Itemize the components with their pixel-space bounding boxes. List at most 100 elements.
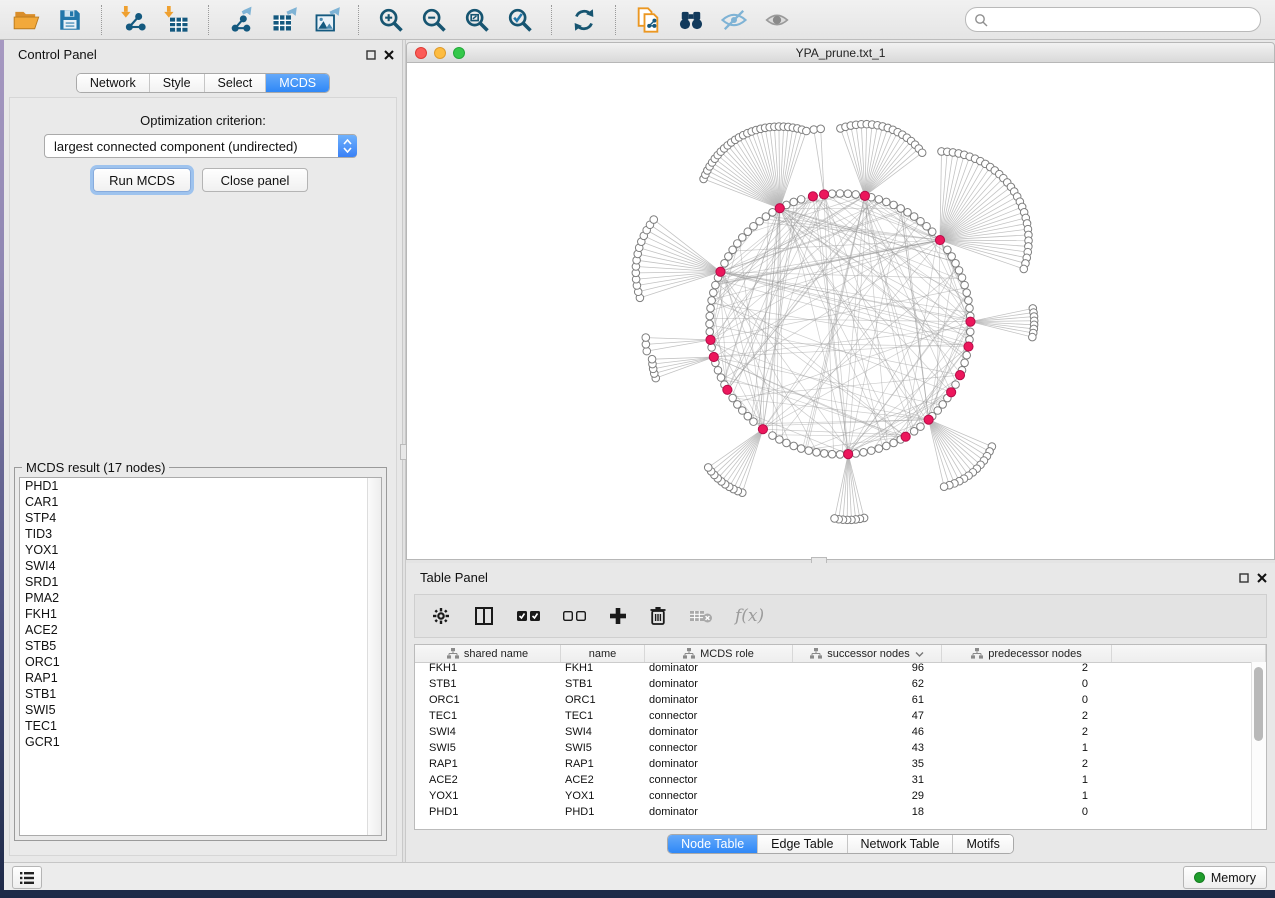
- criterion-select[interactable]: largest connected component (undirected): [44, 134, 357, 158]
- mcds-result-item[interactable]: SWI5: [20, 702, 381, 718]
- cell-mcds_role: connector: [645, 774, 793, 790]
- table-row[interactable]: SWI4SWI4dominator462: [415, 726, 1252, 742]
- close-panel-icon[interactable]: [1257, 570, 1267, 588]
- mcds-result-item[interactable]: TEC1: [20, 718, 381, 734]
- cell-name: RAP1: [561, 758, 645, 774]
- tab-select[interactable]: Select: [204, 74, 266, 92]
- deselect-all-columns-icon[interactable]: [563, 603, 587, 629]
- import-table-icon[interactable]: [162, 5, 192, 35]
- mcds-result-item[interactable]: SRD1: [20, 574, 381, 590]
- mcds-result-item[interactable]: ORC1: [20, 654, 381, 670]
- mcds-result-item[interactable]: FKH1: [20, 606, 381, 622]
- table-row[interactable]: ACE2ACE2connector311: [415, 774, 1252, 790]
- table-scrollbar[interactable]: [1251, 662, 1266, 829]
- network-window-titlebar[interactable]: YPA_prune.txt_1: [406, 42, 1275, 63]
- duplicate-network-icon[interactable]: [633, 5, 663, 35]
- zoom-in-icon[interactable]: [376, 5, 406, 35]
- search-input[interactable]: [988, 9, 1260, 30]
- add-row-icon[interactable]: [609, 603, 627, 629]
- network-view[interactable]: [406, 63, 1275, 560]
- hide-selected-icon[interactable]: [719, 5, 749, 35]
- search-box[interactable]: [965, 7, 1261, 32]
- delete-table-icon[interactable]: [689, 603, 713, 629]
- export-image-icon[interactable]: [312, 5, 342, 35]
- cell-predecessor_nodes: 0: [942, 806, 1112, 822]
- table-row[interactable]: RAP1RAP1dominator352: [415, 758, 1252, 774]
- cell-predecessor_nodes: 1: [942, 790, 1112, 806]
- select-stepper-icon: [338, 135, 357, 157]
- run-mcds-button[interactable]: Run MCDS: [93, 168, 191, 192]
- mcds-result-item[interactable]: STB1: [20, 686, 381, 702]
- table-row[interactable]: STB1STB1dominator620: [415, 678, 1252, 694]
- open-file-icon[interactable]: [12, 5, 42, 35]
- refresh-view-icon[interactable]: [569, 5, 599, 35]
- mcds-result-item[interactable]: STP4: [20, 510, 381, 526]
- tab-node-table[interactable]: Node Table: [668, 835, 757, 853]
- table-row[interactable]: ORC1ORC1dominator610: [415, 694, 1252, 710]
- task-history-button[interactable]: [12, 866, 42, 889]
- cell-shared_name: STB1: [415, 678, 561, 694]
- mcds-result-item[interactable]: SWI4: [20, 558, 381, 574]
- column-header-name[interactable]: name: [561, 645, 645, 662]
- tab-edge-table[interactable]: Edge Table: [757, 835, 846, 853]
- cell-successor_nodes: 46: [793, 726, 942, 742]
- mcds-result-item[interactable]: TID3: [20, 526, 381, 542]
- table-row[interactable]: FKH1FKH1dominator962: [415, 662, 1252, 678]
- toolbar-separator: [208, 5, 210, 35]
- tab-style[interactable]: Style: [149, 74, 204, 92]
- function-builder-icon[interactable]: f(x): [735, 603, 764, 629]
- close-panel-button[interactable]: Close panel: [202, 168, 308, 192]
- tab-mcds[interactable]: MCDS: [265, 74, 329, 92]
- table-row[interactable]: TEC1TEC1connector472: [415, 710, 1252, 726]
- mcds-result-item[interactable]: YOX1: [20, 542, 381, 558]
- table-row[interactable]: YOX1YOX1connector291: [415, 790, 1252, 806]
- tab-motifs[interactable]: Motifs: [952, 835, 1012, 853]
- export-table-icon[interactable]: [269, 5, 299, 35]
- memory-label: Memory: [1211, 871, 1256, 885]
- cell-mcds_role: connector: [645, 742, 793, 758]
- cell-shared_name: RAP1: [415, 758, 561, 774]
- cell-shared_name: SWI4: [415, 726, 561, 742]
- zoom-selected-icon[interactable]: [505, 5, 535, 35]
- float-panel-icon[interactable]: [1239, 570, 1249, 588]
- mcds-result-item[interactable]: ACE2: [20, 622, 381, 638]
- show-columns-icon[interactable]: [473, 603, 495, 629]
- memory-button[interactable]: Memory: [1183, 866, 1267, 889]
- export-network-icon[interactable]: [226, 5, 256, 35]
- column-header-MCDS-role[interactable]: MCDS role: [645, 645, 793, 662]
- table-settings-icon[interactable]: [431, 603, 451, 629]
- mcds-result-item[interactable]: PMA2: [20, 590, 381, 606]
- float-panel-icon[interactable]: [366, 47, 376, 65]
- table-tabs: Node TableEdge TableNetwork TableMotifs: [667, 834, 1014, 854]
- table-row[interactable]: SWI5SWI5connector431: [415, 742, 1252, 758]
- mcds-result-item[interactable]: STB5: [20, 638, 381, 654]
- select-all-columns-icon[interactable]: [517, 603, 541, 629]
- column-header-predecessor-nodes[interactable]: predecessor nodes: [942, 645, 1112, 662]
- close-panel-icon[interactable]: [384, 47, 394, 65]
- zoom-out-icon[interactable]: [419, 5, 449, 35]
- delete-row-icon[interactable]: [649, 603, 667, 629]
- mcds-result-item[interactable]: GCR1: [20, 734, 381, 750]
- tab-network-table[interactable]: Network Table: [847, 835, 953, 853]
- cell-shared_name: PHD1: [415, 806, 561, 822]
- first-neighbors-icon[interactable]: [676, 5, 706, 35]
- zoom-fit-icon[interactable]: [462, 5, 492, 35]
- column-header-successor-nodes[interactable]: successor nodes: [793, 645, 942, 662]
- import-network-icon[interactable]: [119, 5, 149, 35]
- cell-name: YOX1: [561, 790, 645, 806]
- mcds-result-item[interactable]: RAP1: [20, 670, 381, 686]
- cell-predecessor_nodes: 2: [942, 758, 1112, 774]
- mcds-result-item[interactable]: CAR1: [20, 494, 381, 510]
- mcds-result-item[interactable]: PHD1: [20, 478, 381, 494]
- table-scrollbar-thumb[interactable]: [1254, 667, 1263, 741]
- result-list-scrollbar[interactable]: [367, 478, 381, 835]
- tab-network[interactable]: Network: [77, 74, 149, 92]
- column-header-shared-name[interactable]: shared name: [415, 645, 561, 662]
- cell-successor_nodes: 96: [793, 662, 942, 678]
- show-all-icon[interactable]: [762, 5, 792, 35]
- table-body: FKH1FKH1dominator962STB1STB1dominator620…: [415, 662, 1252, 829]
- table-row[interactable]: PHD1PHD1dominator180: [415, 806, 1252, 822]
- control-panel-titlebar: Control Panel: [4, 40, 402, 66]
- mcds-result-list[interactable]: PHD1CAR1STP4TID3YOX1SWI4SRD1PMA2FKH1ACE2…: [19, 477, 382, 836]
- save-session-icon[interactable]: [55, 5, 85, 35]
